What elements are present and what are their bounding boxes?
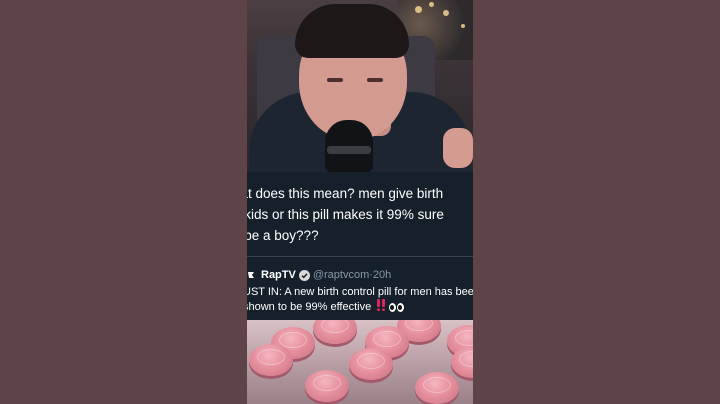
quoted-body-line: UST IN: A new birth control pill for men…	[247, 286, 473, 298]
person-eye	[327, 78, 343, 82]
tweet-text: hat does this mean? men give birth o kid…	[247, 183, 473, 246]
quoted-timestamp[interactable]: 20h	[373, 269, 391, 281]
person-hair	[295, 4, 409, 58]
pill	[313, 320, 357, 344]
raptv-logo-icon	[247, 270, 255, 280]
right-blurred-background	[473, 0, 720, 404]
short-video-frame[interactable]: hat does this mean? men give birth o kid…	[247, 0, 473, 404]
quote-divider	[247, 256, 473, 257]
double-exclamation-icon	[376, 299, 386, 316]
microphone-ring	[327, 146, 371, 154]
tweet-text-line: o be a boy???	[247, 228, 319, 243]
pill	[305, 370, 349, 402]
verified-check-icon	[298, 269, 310, 281]
pill	[415, 372, 459, 404]
quoted-body-line: shown to be 99% effective	[247, 301, 372, 313]
pill	[249, 344, 293, 376]
quoted-tweet-body[interactable]: UST IN: A new birth control pill for men…	[247, 285, 473, 315]
quoted-author-name[interactable]: RapTV	[261, 269, 296, 281]
quoted-handle[interactable]: @raptvcom	[313, 269, 369, 281]
webcam-feed	[247, 0, 473, 172]
bokeh-light	[429, 2, 434, 7]
bokeh-light	[461, 24, 465, 28]
tweet-text-line: hat does this mean? men give birth	[247, 186, 444, 201]
tweet-text-line: o kids or this pill makes it 99% sure	[247, 207, 444, 222]
tweet-card[interactable]: hat does this mean? men give birth o kid…	[247, 172, 473, 320]
left-blurred-background	[0, 0, 247, 404]
eyes-icon	[389, 303, 405, 312]
pills-photo	[247, 320, 473, 404]
pill	[349, 348, 393, 380]
bokeh-light	[443, 10, 449, 16]
bokeh-light	[415, 6, 422, 13]
person-hand	[443, 128, 473, 168]
quoted-tweet-header[interactable]: RapTV @raptvcom · 20h	[247, 267, 391, 283]
eyeball	[389, 303, 397, 312]
eyeball	[397, 303, 405, 312]
person-eye	[367, 78, 383, 82]
